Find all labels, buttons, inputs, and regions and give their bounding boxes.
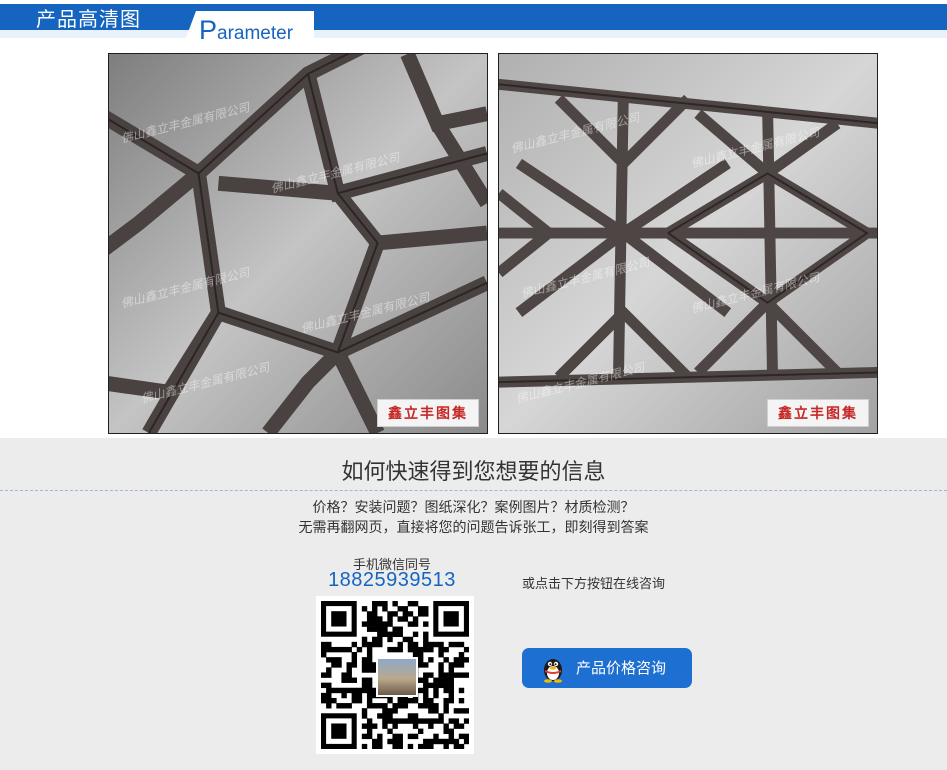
price-consult-button[interactable]: 产品价格咨询 [522,648,692,688]
gallery-stamp: 鑫立丰图集 [767,399,869,427]
dashed-divider [0,490,947,491]
wechat-qr-code [316,596,474,754]
header-underline [0,30,947,38]
subtitle-initial: P [199,15,218,45]
section-title: 产品高清图 [36,7,141,31]
online-consult-hint: 或点击下方按钮在线咨询 [522,577,666,592]
header-band [0,4,947,30]
info-description: 无需再翻网页，直接将您的问题告诉张工，即刻得到答案 [298,520,649,536]
consultation-section: 如何快速得到您想要的信息 价格？安装问题？图纸深化？案例图片？材质检测？ 无需再… [0,438,947,770]
section-header: 产品高清图 Parameter [0,0,947,45]
section-subtitle: Parameter [199,15,294,45]
lattice-screen-image-2 [499,54,877,433]
product-photo-2: 佛山鑫立丰金属有限公司 佛山鑫立丰金属有限公司 佛山鑫立丰金属有限公司 佛山鑫立… [498,53,878,434]
qq-penguin-icon [544,659,562,683]
subtitle-rest: arameter [217,23,294,44]
phone-number[interactable]: 18825939513 [308,569,476,592]
product-photo-1: 佛山鑫立丰金属有限公司 佛山鑫立丰金属有限公司 佛山鑫立丰金属有限公司 佛山鑫立… [108,53,488,434]
qr-avatar [376,657,418,697]
price-consult-label: 产品价格咨询 [576,659,667,677]
gallery-stamp: 鑫立丰图集 [377,399,479,427]
info-questions: 价格？安装问题？图纸深化？案例图片？材质检测？ [312,500,635,516]
info-heading: 如何快速得到您想要的信息 [341,460,606,485]
lattice-screen-image-1 [109,54,487,433]
